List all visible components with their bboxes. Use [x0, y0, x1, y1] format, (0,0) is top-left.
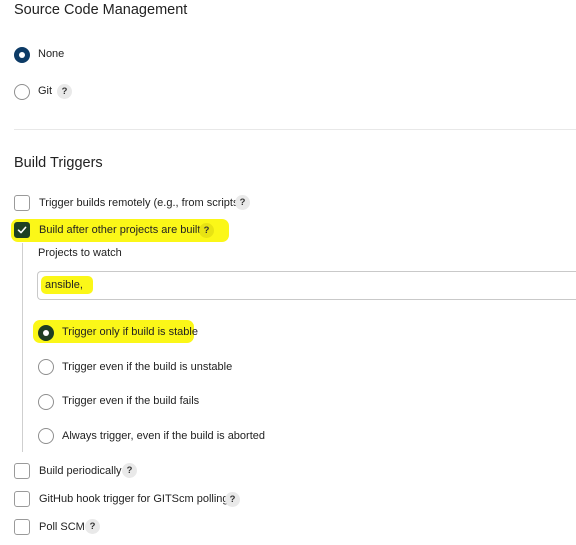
- scm-section-title: Source Code Management: [14, 2, 188, 18]
- poll-scm-checkbox[interactable]: [14, 519, 30, 535]
- trigger-aborted-radio[interactable]: [38, 428, 54, 444]
- build-after-other-help-icon[interactable]: ?: [199, 223, 214, 238]
- check-icon: [17, 226, 27, 234]
- github-hook-help-icon[interactable]: ?: [225, 492, 240, 507]
- trigger-aborted-label: Always trigger, even if the build is abo…: [62, 430, 266, 442]
- trigger-unstable-label: Trigger even if the build is unstable: [62, 361, 233, 373]
- projects-to-watch-label: Projects to watch: [38, 247, 122, 259]
- poll-scm-label: Poll SCM: [39, 521, 85, 533]
- scm-git-radio[interactable]: [14, 84, 30, 100]
- scm-git-label: Git: [38, 85, 53, 97]
- build-periodically-help-icon[interactable]: ?: [122, 463, 137, 478]
- build-periodically-checkbox[interactable]: [14, 463, 30, 479]
- scm-git-help-icon[interactable]: ?: [57, 84, 72, 99]
- trigger-fails-radio[interactable]: [38, 394, 54, 410]
- section-divider: [14, 129, 576, 130]
- nested-options-guide: [22, 243, 23, 452]
- trigger-remotely-label: Trigger builds remotely (e.g., from scri…: [39, 197, 243, 209]
- trigger-unstable-radio[interactable]: [38, 359, 54, 375]
- trigger-stable-label: Trigger only if build is stable: [62, 326, 198, 338]
- poll-scm-help-icon[interactable]: ?: [85, 519, 100, 534]
- build-periodically-label: Build periodically: [39, 465, 122, 477]
- projects-to-watch-input[interactable]: ansible,: [37, 271, 576, 300]
- scm-none-radio[interactable]: [14, 47, 30, 63]
- build-after-other-label: Build after other projects are built: [39, 224, 201, 236]
- trigger-fails-label: Trigger even if the build fails: [62, 395, 200, 407]
- projects-to-watch-value: ansible,: [45, 279, 83, 291]
- trigger-remotely-checkbox[interactable]: [14, 195, 30, 211]
- build-triggers-title: Build Triggers: [14, 155, 103, 171]
- build-after-other-checkbox[interactable]: [14, 222, 30, 238]
- github-hook-checkbox[interactable]: [14, 491, 30, 507]
- scm-none-label: None: [38, 48, 65, 60]
- trigger-remotely-help-icon[interactable]: ?: [235, 195, 250, 210]
- trigger-stable-radio[interactable]: [38, 325, 54, 341]
- github-hook-label: GitHub hook trigger for GITScm polling: [39, 493, 229, 505]
